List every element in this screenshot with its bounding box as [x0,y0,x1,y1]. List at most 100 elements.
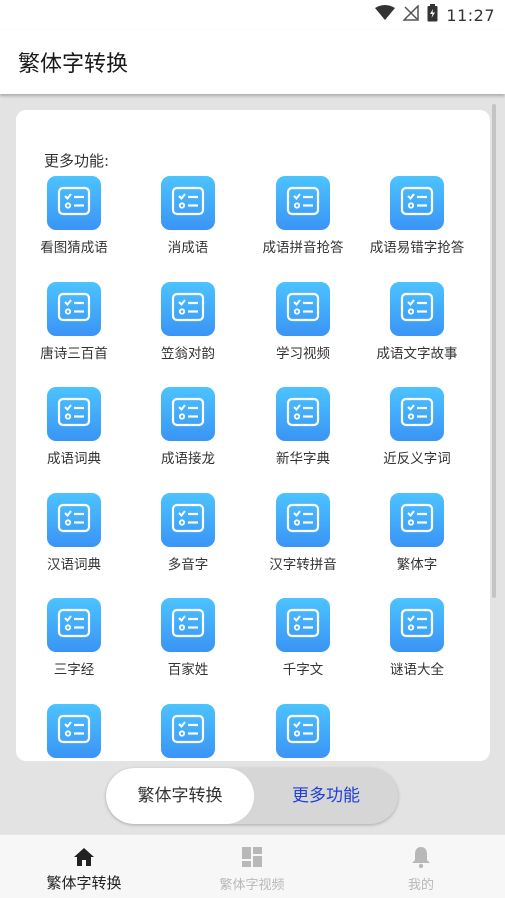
feature-label: 成语接龙 [161,451,215,467]
feature-item[interactable]: 成语文字故事 [360,281,474,387]
checklist-icon [57,503,91,537]
feature-label: 消成语 [167,240,209,256]
feature-label: 成语词典 [47,451,101,467]
nav-label-profile: 我的 [407,878,434,893]
mode-toggle: 繁体字转换 更多功能 [106,768,398,824]
checklist-icon [400,397,434,431]
checklist-icon [400,608,434,642]
battery-icon [427,4,438,26]
feature-item[interactable]: 千字文 [246,598,360,703]
feature-item[interactable]: 学习视频 [246,281,360,387]
checklist-icon [171,292,205,326]
feature-label: 近反义字词 [383,451,451,467]
feature-tile[interactable] [390,281,444,336]
bell-icon [409,845,433,869]
feature-item[interactable]: 成语词典 [17,387,131,492]
feature-label: 多音字 [167,556,209,573]
home-icon [72,845,96,869]
feature-tile[interactable] [161,281,215,336]
feature-item[interactable]: 谜语大全 [360,598,474,703]
feature-tile[interactable] [47,598,101,652]
feature-tile[interactable] [47,281,101,336]
checklist-icon [171,714,205,748]
nav-label-video: 繁体字视频 [219,878,285,893]
status-bar: 11:27 [0,0,505,30]
feature-label: 汉语词典 [47,556,101,573]
feature-label: 繁体字 [396,556,438,573]
feature-label: 三字经 [53,662,95,678]
checklist-icon [57,186,91,220]
feature-item[interactable]: 成语易错字抢答 [360,176,474,281]
checklist-icon [286,714,320,748]
feature-tile[interactable] [276,281,330,336]
feature-label: 成语易错字抢答 [369,240,465,256]
feature-item[interactable]: 近反义字词 [360,387,474,492]
checklist-icon [171,397,205,431]
app-bar: 繁体字转换 [0,30,505,94]
nav-item-video[interactable]: 繁体字视频 [168,835,336,898]
checklist-icon [171,186,205,220]
feature-tile[interactable] [161,387,215,441]
feature-item[interactable]: 成语拼音抢答 [246,176,360,281]
feature-item[interactable]: 多音字 [131,492,245,598]
feature-item[interactable]: 消成语 [131,176,245,281]
checklist-icon [171,503,205,537]
feature-item[interactable]: 唐诗三百首 [17,281,131,387]
feature-item[interactable]: 三字经 [17,598,131,703]
checklist-icon [400,503,434,537]
feature-tile[interactable] [390,492,444,547]
feature-item[interactable] [246,703,360,762]
feature-tile[interactable] [390,598,444,652]
page-title: 繁体字转换 [18,52,129,77]
feature-tile[interactable] [276,492,330,547]
checklist-icon [57,397,91,431]
feature-label: 谜语大全 [390,662,444,678]
feature-tile[interactable] [161,492,215,547]
feature-item[interactable]: 百家姓 [131,598,245,703]
feature-item[interactable]: 新华字典 [246,387,360,492]
feature-tile[interactable] [390,387,444,441]
bottom-nav: 繁体字转换 繁体字视频 我的 [0,834,505,898]
feature-label: 学习视频 [276,345,330,362]
checklist-icon [286,608,320,642]
feature-item[interactable]: 成语接龙 [131,387,245,492]
nav-item-profile[interactable]: 我的 [337,835,505,898]
feature-tile[interactable] [161,176,215,230]
feature-tile[interactable] [390,176,444,230]
more-features-card: 更多功能: 看图猜成语 消成语 成语拼音抢答 成语易错字抢答唐诗三百首 笠翁对韵 学习视频… [16,110,490,761]
no-signal-icon [402,4,420,25]
feature-item[interactable]: 笠翁对韵 [131,281,245,387]
checklist-icon [400,292,434,326]
feature-label: 看图猜成语 [40,240,108,256]
feature-tile[interactable] [47,492,101,547]
feature-item[interactable]: 汉语词典 [17,492,131,598]
checklist-icon [286,503,320,537]
nav-item-convert[interactable]: 繁体字转换 [0,835,168,898]
feature-tile[interactable] [276,176,330,230]
feature-item[interactable] [131,703,245,762]
feature-item[interactable]: 繁体字 [360,492,474,598]
feature-tile[interactable] [276,703,330,758]
feature-tile[interactable] [47,387,101,441]
feature-item[interactable]: 汉字转拼音 [246,492,360,598]
feature-tile[interactable] [161,598,215,652]
toggle-more-features-option[interactable]: 更多功能 [254,768,398,824]
checklist-icon [286,186,320,220]
dashboard-icon [240,845,264,869]
feature-tile[interactable] [47,176,101,230]
toggle-convert-option[interactable]: 繁体字转换 [106,768,254,824]
feature-tile[interactable] [161,703,215,758]
scrollbar[interactable] [492,104,496,598]
status-time: 11:27 [446,5,495,25]
section-heading: 更多功能: [44,152,110,170]
feature-item[interactable] [17,703,131,762]
feature-item[interactable]: 看图猜成语 [17,176,131,281]
feature-label: 成语文字故事 [376,345,458,362]
feature-label: 笠翁对韵 [161,345,215,362]
feature-tile[interactable] [276,387,330,441]
checklist-icon [57,714,91,748]
nav-label-convert: 繁体字转换 [46,874,122,892]
feature-tile[interactable] [47,703,101,758]
checklist-icon [57,292,91,326]
feature-tile[interactable] [276,598,330,652]
